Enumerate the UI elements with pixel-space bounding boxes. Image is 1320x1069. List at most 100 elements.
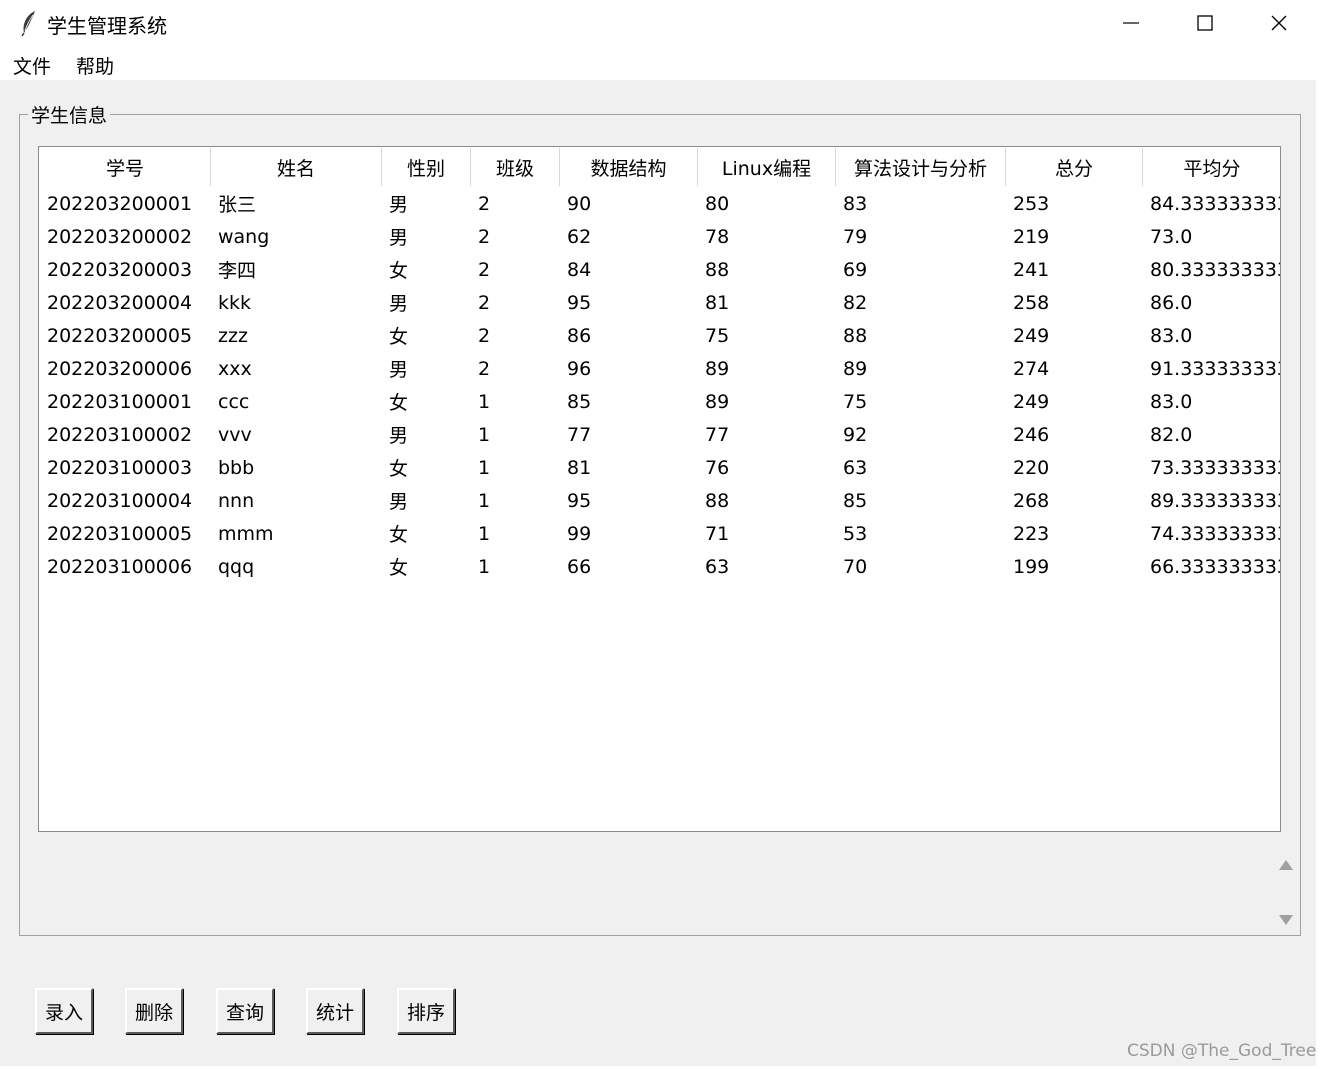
add-button[interactable]: 录入 xyxy=(35,988,93,1034)
cell-data-structure: 96 xyxy=(567,357,592,380)
table-row[interactable]: 202203100006 qqq 女 1 66 63 70 199 66.333333333 xyxy=(40,550,1280,583)
cell-student-id: 202203100004 xyxy=(47,489,193,512)
maximize-button[interactable] xyxy=(1168,0,1242,46)
cell-total: 258 xyxy=(1013,291,1050,314)
cell-name: ccc xyxy=(218,390,250,413)
cell-data-structure: 66 xyxy=(567,555,592,578)
cell-data-structure: 95 xyxy=(567,489,592,512)
header-col-data-structure[interactable]: 数据结构 xyxy=(560,148,698,186)
cell-total: 223 xyxy=(1013,522,1050,545)
cell-average: 82.0 xyxy=(1150,423,1193,446)
header-col-algorithm[interactable]: 算法设计与分析 xyxy=(836,148,1006,186)
cell-algorithm: 69 xyxy=(843,258,868,281)
cell-linux: 71 xyxy=(705,522,730,545)
cell-linux: 89 xyxy=(705,390,730,413)
header-col-student-id[interactable]: 学号 xyxy=(40,148,211,186)
stats-button[interactable]: 统计 xyxy=(306,988,364,1034)
cell-name: zzz xyxy=(218,324,248,347)
cell-class: 2 xyxy=(478,324,491,347)
cell-data-structure: 99 xyxy=(567,522,592,545)
header-col-name[interactable]: 姓名 xyxy=(211,148,382,186)
table-row[interactable]: 202203100004 nnn 男 1 95 88 85 268 89.333333333 xyxy=(40,484,1281,517)
table-row[interactable]: 202203200001 张三 男 2 90 80 83 253 84.333333333 xyxy=(40,187,1280,220)
table-row[interactable]: 202203200005 zzz 女 2 86 75 88 249 83.0 xyxy=(40,319,1280,352)
cell-total: 246 xyxy=(1013,423,1050,446)
close-button[interactable] xyxy=(1242,0,1316,46)
table-row[interactable]: 202203200006 xxx 男 2 96 89 89 274 91.333333333 xyxy=(40,352,1280,385)
cell-average: 74.333333333 xyxy=(1150,522,1281,545)
cell-class: 1 xyxy=(478,390,491,413)
scroll-down-arrow-icon[interactable] xyxy=(1279,915,1293,925)
cell-student-id: 202203100003 xyxy=(47,456,193,479)
header-col-class[interactable]: 班级 xyxy=(471,148,560,186)
window-title: 学生管理系统 xyxy=(47,14,167,38)
header-col-linux[interactable]: Linux编程 xyxy=(698,148,836,186)
table-row[interactable]: 202203100005 mmm 女 1 99 71 53 223 74.333333333 xyxy=(40,517,1281,550)
cell-student-id: 202203200003 xyxy=(47,258,193,281)
cell-total: 249 xyxy=(1013,324,1050,347)
window-border xyxy=(1316,46,1320,1069)
table-row[interactable]: 202203100003 bbb 女 1 81 76 63 220 73.333333333 xyxy=(40,451,1281,484)
table-row[interactable]: 202203100002 vvv 男 1 77 77 92 246 82.0 xyxy=(40,418,1280,451)
cell-data-structure: 62 xyxy=(567,225,592,248)
student-table[interactable]: 学号 姓名 性别 班级 数据结构 Linux编程 算法设计与分析 总分 平均分 20220320… xyxy=(38,146,1281,832)
query-button[interactable]: 查询 xyxy=(216,988,274,1034)
frame-legend: 学生信息 xyxy=(28,101,111,128)
cell-name: nnn xyxy=(218,489,255,512)
cell-student-id: 202203200002 xyxy=(47,225,193,248)
cell-average: 73.333333333 xyxy=(1150,456,1281,479)
menu-help[interactable]: 帮助 xyxy=(76,52,114,79)
cell-gender: 女 xyxy=(389,326,409,348)
cell-name: mmm xyxy=(218,522,274,545)
cell-data-structure: 84 xyxy=(567,258,592,281)
cell-name: qqq xyxy=(218,555,255,578)
cell-algorithm: 83 xyxy=(843,192,868,215)
table-row[interactable]: 202203200004 kkk 男 2 95 81 82 258 86.0 xyxy=(40,286,1280,319)
sort-button[interactable]: 排序 xyxy=(397,988,455,1034)
cell-data-structure: 81 xyxy=(567,456,592,479)
cell-average: 80.333333333 xyxy=(1150,258,1281,281)
cell-average: 83.0 xyxy=(1150,324,1193,347)
cell-name: 张三 xyxy=(218,194,257,216)
cell-algorithm: 70 xyxy=(843,555,868,578)
cell-class: 2 xyxy=(478,291,491,314)
cell-data-structure: 95 xyxy=(567,291,592,314)
cell-gender: 女 xyxy=(389,458,409,480)
scroll-up-arrow-icon[interactable] xyxy=(1279,860,1293,870)
cell-name: bbb xyxy=(218,456,255,479)
cell-class: 1 xyxy=(478,522,491,545)
cell-algorithm: 53 xyxy=(843,522,868,545)
cell-gender: 男 xyxy=(389,194,409,216)
menu-file[interactable]: 文件 xyxy=(13,52,51,79)
cell-data-structure: 90 xyxy=(567,192,592,215)
header-col-average[interactable]: 平均分 xyxy=(1143,148,1280,186)
menu-bar: 文件 帮助 xyxy=(0,46,1318,80)
cell-linux: 81 xyxy=(705,291,730,314)
delete-button[interactable]: 删除 xyxy=(125,988,183,1034)
cell-gender: 女 xyxy=(389,260,409,282)
header-col-total[interactable]: 总分 xyxy=(1006,148,1143,186)
cell-algorithm: 75 xyxy=(843,390,868,413)
cell-total: 274 xyxy=(1013,357,1050,380)
cell-name: kkk xyxy=(218,291,252,314)
cell-total: 219 xyxy=(1013,225,1050,248)
cell-gender: 男 xyxy=(389,425,409,447)
maximize-icon xyxy=(1197,15,1213,31)
vertical-scrollbar[interactable] xyxy=(1271,851,1299,933)
cell-name: wang xyxy=(218,225,270,248)
cell-average: 89.333333333 xyxy=(1150,489,1281,512)
cell-algorithm: 85 xyxy=(843,489,868,512)
cell-algorithm: 79 xyxy=(843,225,868,248)
minimize-button[interactable] xyxy=(1094,0,1168,46)
cell-linux: 76 xyxy=(705,456,730,479)
cell-algorithm: 88 xyxy=(843,324,868,347)
table-row[interactable]: 202203200003 李四 女 2 84 88 69 241 80.333333333 xyxy=(40,253,1281,286)
feather-icon xyxy=(21,11,35,37)
cell-class: 2 xyxy=(478,192,491,215)
table-row[interactable]: 202203100001 ccc 女 1 85 89 75 249 83.0 xyxy=(40,385,1280,418)
header-col-gender[interactable]: 性别 xyxy=(382,148,471,186)
table-row[interactable]: 202203200002 wang 男 2 62 78 79 219 73.0 xyxy=(40,220,1280,253)
cell-total: 268 xyxy=(1013,489,1050,512)
cell-algorithm: 82 xyxy=(843,291,868,314)
cell-class: 2 xyxy=(478,357,491,380)
